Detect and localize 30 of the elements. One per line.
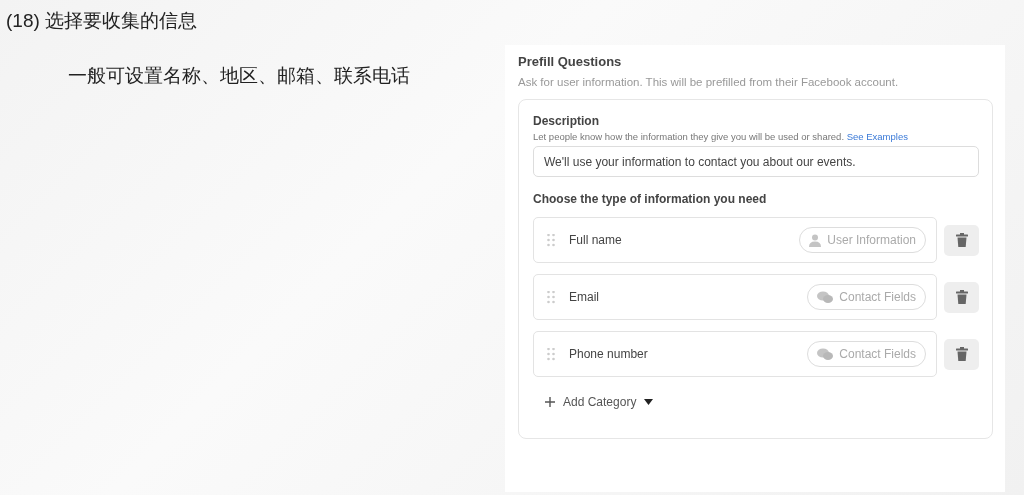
category-name: Email — [569, 290, 600, 304]
category-name: Full name — [569, 233, 623, 247]
see-examples-link[interactable]: See Examples — [846, 131, 908, 142]
help-text: Let people know how the information they give you will be used or shared. — [533, 131, 845, 142]
delete-button[interactable] — [944, 281, 979, 313]
step-heading: (18) 选择要收集的信息 — [6, 9, 199, 33]
drag-handle-icon[interactable] — [547, 233, 555, 247]
choose-label: Choose the type of information you need — [533, 192, 768, 206]
drag-handle-icon[interactable] — [547, 290, 555, 304]
category-row[interactable]: Phone number Contact Fields — [533, 331, 937, 377]
chat-bubbles-icon — [817, 347, 834, 361]
drag-handle-icon[interactable] — [547, 347, 555, 361]
trash-icon — [955, 233, 968, 247]
section-subtitle: Ask for user information. This will be prefilled from their Facebook account. — [518, 76, 900, 88]
caret-icon — [644, 399, 654, 405]
plus-icon — [545, 397, 555, 407]
add-category-button[interactable]: Add Category — [533, 395, 654, 409]
category-row[interactable]: Email Contact Fields — [533, 274, 937, 320]
category-row[interactable]: Full name User Information — [533, 217, 937, 263]
delete-button[interactable] — [944, 338, 979, 370]
person-icon — [809, 233, 822, 247]
note-text: 一般可设置名称、地区、邮箱、联系电话 — [68, 64, 411, 88]
description-field[interactable]: We'll use your information to contact you about our events. — [533, 146, 979, 177]
trash-icon — [955, 347, 968, 361]
section-title: Prefill Questions — [518, 54, 623, 69]
trash-icon — [955, 290, 968, 304]
category-name: Phone number — [569, 347, 649, 361]
delete-button[interactable] — [944, 224, 979, 256]
description-label: Description — [533, 114, 600, 128]
chat-bubbles-icon — [817, 290, 834, 304]
